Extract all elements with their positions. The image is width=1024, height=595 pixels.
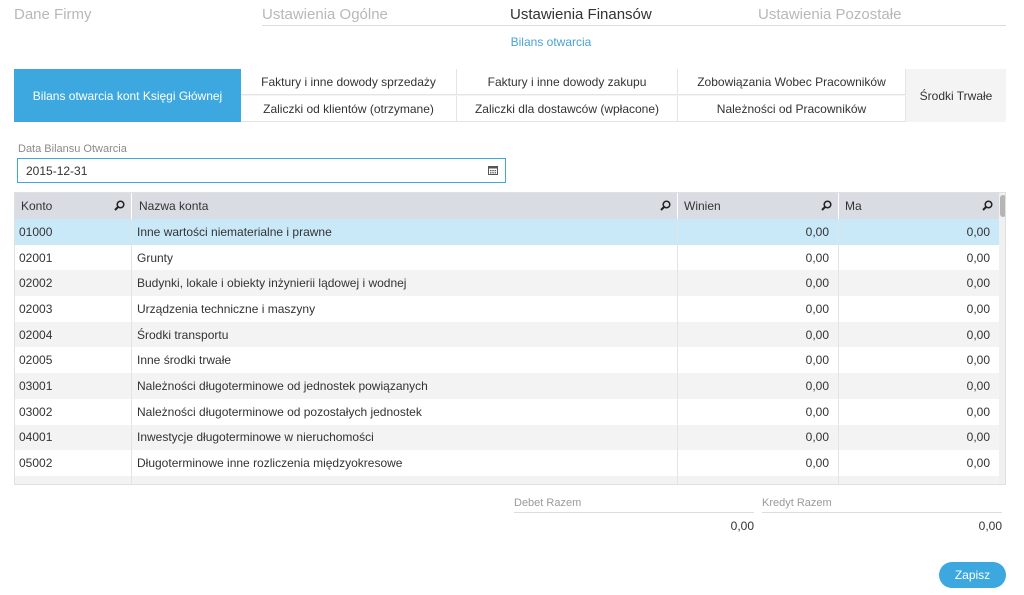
cell-ma[interactable]: 0,00 xyxy=(839,373,999,399)
section-tab-zaliczki-dla-dostawcow[interactable]: Zaliczki dla dostawców (wpłacone) xyxy=(457,96,678,122)
section-tab-srodki-trwale[interactable]: Środki Trwałe xyxy=(906,69,1006,122)
cell-winien[interactable]: 0,00 xyxy=(678,244,839,271)
cell-konto: 02003 xyxy=(15,296,132,322)
cell-ma[interactable]: 0,00 xyxy=(839,245,999,271)
cell-ma[interactable]: 0,00 xyxy=(839,296,999,322)
search-icon[interactable] xyxy=(660,200,671,211)
cell-nazwa-konta: Budynki, lokale i obiekty inżynierii ląd… xyxy=(132,270,678,297)
cell-winien[interactable]: 0,00 xyxy=(678,373,839,399)
table-row[interactable]: 05002 Długoterminowe inne rozliczenia mi… xyxy=(15,450,999,476)
credit-total-label: Kredyt Razem xyxy=(762,497,832,509)
column-header-label: Winien xyxy=(684,199,721,213)
table-row-partial[interactable] xyxy=(15,475,999,484)
opening-balance-date-input[interactable] xyxy=(17,158,506,183)
page-subtitle: Bilans otwarcia xyxy=(510,35,592,49)
debit-total-label: Debet Razem xyxy=(514,497,582,509)
cell-winien[interactable]: 0,00 xyxy=(678,398,839,425)
table-row[interactable]: 02001 Grunty 0,00 0,00 xyxy=(15,244,999,271)
table-row[interactable]: 04001 Inwestycje długoterminowe w nieruc… xyxy=(15,424,999,451)
table-row[interactable]: 01000 Inne wartości niematerialne i praw… xyxy=(15,219,999,245)
top-navigation: Dane Firmy Ustawienia Ogólne Ustawienia … xyxy=(0,0,1024,30)
cell-winien[interactable]: 0,00 xyxy=(678,219,839,245)
tab-dane-firmy[interactable]: Dane Firmy xyxy=(14,6,92,23)
table-scrollbar-thumb[interactable] xyxy=(1000,195,1005,217)
cell-winien[interactable] xyxy=(678,475,839,484)
save-button[interactable]: Zapisz xyxy=(939,562,1006,588)
section-tab-zaliczki-od-klientow[interactable]: Zaliczki od klientów (otrzymane) xyxy=(241,96,457,122)
cell-konto xyxy=(15,475,132,484)
credit-total-divider xyxy=(762,512,1002,513)
column-header-konto[interactable]: Konto xyxy=(15,193,132,219)
cell-nazwa-konta: Należności długoterminowe od jednostek p… xyxy=(132,373,678,399)
cell-winien[interactable]: 0,00 xyxy=(678,450,839,476)
cell-konto: 01000 xyxy=(15,219,132,245)
cell-ma[interactable]: 0,00 xyxy=(839,270,999,296)
cell-nazwa-konta: Grunty xyxy=(132,244,678,271)
tab-ustawienia-pozostale[interactable]: Ustawienia Pozostałe xyxy=(758,6,901,23)
cell-nazwa-konta: Należności długoterminowe od pozostałych… xyxy=(132,398,678,425)
cell-winien[interactable]: 0,00 xyxy=(678,347,839,374)
column-header-label: Ma xyxy=(845,199,862,213)
section-tab-naleznosci-pracownikow[interactable]: Należności od Pracowników xyxy=(678,96,906,122)
cell-ma[interactable]: 0,00 xyxy=(839,347,999,373)
cell-nazwa-konta: Inwestycje długoterminowe w nieruchomośc… xyxy=(132,424,678,451)
cell-nazwa-konta: Inne wartości niematerialne i prawne xyxy=(132,219,678,245)
section-tab-faktury-sprzedazy[interactable]: Faktury i inne dowody sprzedaży xyxy=(241,69,457,95)
cell-nazwa-konta: Długoterminowe inne rozliczenia międzyok… xyxy=(132,450,678,476)
table-row[interactable]: 02004 Środki transportu 0,00 0,00 xyxy=(15,321,999,348)
section-tab-bilans-kont[interactable]: Bilans otwarcia kont Księgi Głównej xyxy=(14,69,241,122)
column-header-winien[interactable]: Winien xyxy=(678,193,839,219)
accounts-table: Konto Nazwa konta Winien Ma 01000 Inne w… xyxy=(14,192,1006,485)
cell-konto: 04001 xyxy=(15,424,132,451)
column-header-nazwa-konta[interactable]: Nazwa konta xyxy=(132,193,678,219)
debit-total-divider xyxy=(514,512,754,513)
cell-ma[interactable]: 0,00 xyxy=(839,425,999,451)
table-header: Konto Nazwa konta Winien Ma xyxy=(15,193,999,219)
table-row[interactable]: 02005 Inne środki trwałe 0,00 0,00 xyxy=(15,347,999,374)
nav-divider xyxy=(262,25,1006,26)
column-header-ma[interactable]: Ma xyxy=(839,193,999,219)
table-row[interactable]: 02003 Urządzenia techniczne i maszyny 0,… xyxy=(15,296,999,322)
cell-ma[interactable]: 0,00 xyxy=(839,219,999,245)
debit-total-value: 0,00 xyxy=(730,519,754,533)
section-tab-faktury-zakupu[interactable]: Faktury i inne dowody zakupu xyxy=(457,69,678,95)
credit-total-value: 0,00 xyxy=(978,519,1002,533)
cell-winien[interactable]: 0,00 xyxy=(678,321,839,348)
tab-ustawienia-ogolne[interactable]: Ustawienia Ogólne xyxy=(262,6,388,23)
table-row[interactable]: 03002 Należności długoterminowe od pozos… xyxy=(15,398,999,425)
cell-nazwa-konta: Urządzenia techniczne i maszyny xyxy=(132,296,678,322)
tab-ustawienia-finansow[interactable]: Ustawienia Finansów xyxy=(510,6,652,23)
table-row[interactable]: 03001 Należności długoterminowe od jedno… xyxy=(15,373,999,399)
cell-winien[interactable]: 0,00 xyxy=(678,424,839,451)
cell-konto: 02001 xyxy=(15,244,132,271)
search-icon[interactable] xyxy=(821,200,832,211)
table-row[interactable]: 02002 Budynki, lokale i obiekty inżynier… xyxy=(15,270,999,297)
table-body: 01000 Inne wartości niematerialne i praw… xyxy=(15,219,999,484)
cell-nazwa-konta xyxy=(132,475,678,484)
cell-ma[interactable]: 0,00 xyxy=(839,322,999,348)
cell-ma[interactable]: 0,00 xyxy=(839,450,999,476)
table-scrollbar-track[interactable] xyxy=(999,193,1005,484)
column-header-label: Nazwa konta xyxy=(139,199,209,213)
cell-konto: 03002 xyxy=(15,398,132,425)
search-icon[interactable] xyxy=(114,200,125,211)
cell-konto: 03001 xyxy=(15,373,132,399)
cell-konto: 02004 xyxy=(15,321,132,348)
cell-winien[interactable]: 0,00 xyxy=(678,270,839,297)
cell-ma[interactable]: 0,00 xyxy=(839,399,999,425)
cell-nazwa-konta: Inne środki trwałe xyxy=(132,347,678,374)
calendar-icon[interactable] xyxy=(488,165,498,175)
cell-nazwa-konta: Środki transportu xyxy=(132,321,678,348)
cell-konto: 02002 xyxy=(15,270,132,297)
cell-konto: 02005 xyxy=(15,347,132,374)
column-header-label: Konto xyxy=(21,199,53,213)
date-label: Data Bilansu Otwarcia xyxy=(18,143,127,155)
cell-konto: 05002 xyxy=(15,450,132,476)
cell-winien[interactable]: 0,00 xyxy=(678,296,839,322)
search-icon[interactable] xyxy=(982,200,993,211)
section-tab-zobowiazania-pracownikow[interactable]: Zobowiązania Wobec Pracowników xyxy=(678,69,906,95)
cell-ma[interactable] xyxy=(839,476,999,484)
